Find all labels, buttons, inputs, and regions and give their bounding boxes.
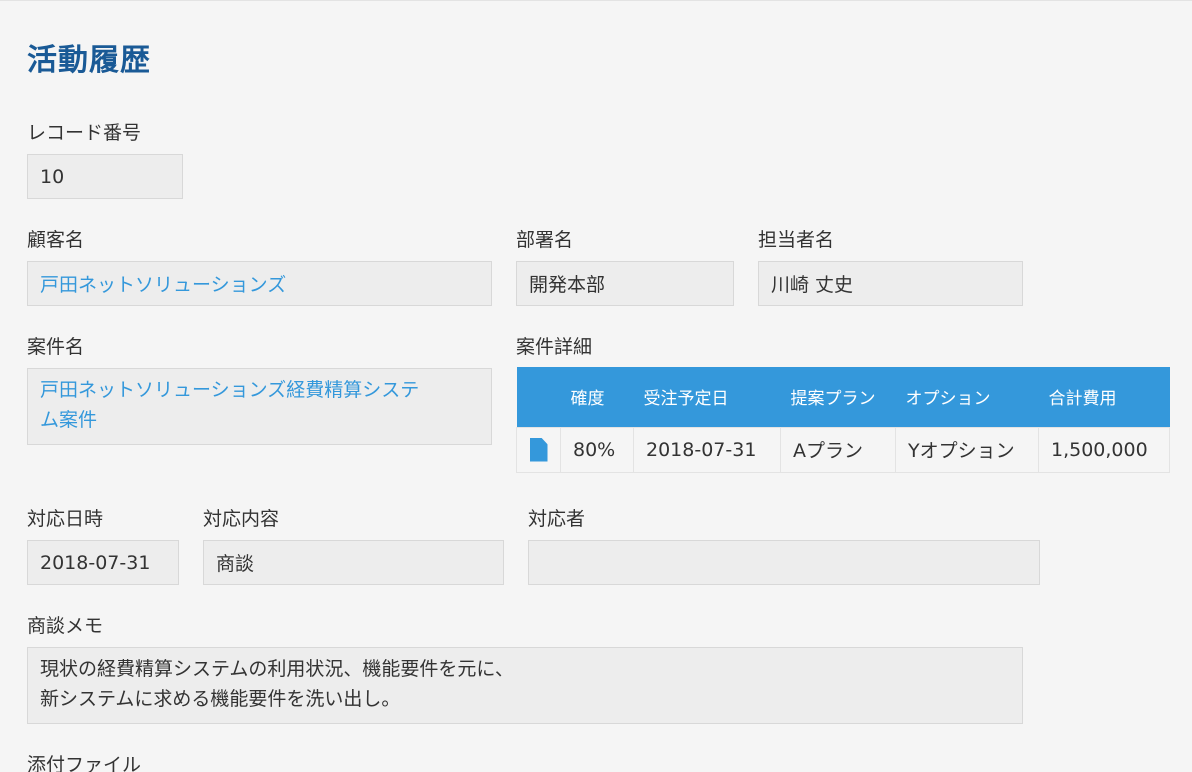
response-date-field: 2018-07-31 — [27, 540, 179, 585]
person-field: 川崎 丈史 — [758, 261, 1023, 306]
response-content-field: 商談 — [203, 540, 504, 585]
project-link[interactable]: 戸田ネットソリューションズ経費精算システ ム案件 — [40, 379, 419, 431]
customer-field: 戸田ネットソリューションズ — [27, 261, 492, 306]
header-icon-column — [516, 367, 561, 427]
memo-line-1: 現状の経費精算システムの利用状況、機能要件を元に、 — [40, 658, 514, 680]
cell-option: Yオプション — [895, 426, 1039, 473]
project-detail-table: 確度 受注予定日 提案プラン オプション 合計費用 80% 2018-07-31… — [516, 367, 1170, 473]
person-label: 担当者名 — [758, 229, 835, 251]
memo-field: 現状の経費精算システムの利用状況、機能要件を元に、 新システムに求める機能要件を… — [27, 647, 1023, 724]
page-title: 活動履歴 — [27, 43, 151, 78]
project-label: 案件名 — [27, 336, 85, 358]
record-number-label: レコード番号 — [27, 122, 142, 144]
response-date-label: 対応日時 — [27, 508, 104, 530]
cell-plan: Aプラン — [780, 426, 896, 473]
cell-total: 1,500,000 — [1038, 426, 1170, 473]
customer-label: 顧客名 — [27, 229, 85, 251]
memo-label: 商談メモ — [27, 615, 104, 637]
document-icon[interactable] — [529, 437, 548, 462]
header-plan: 提案プラン — [780, 367, 896, 427]
table-row: 80% 2018-07-31 Aプラン Yオプション 1,500,000 — [516, 426, 1170, 473]
header-order-date: 受注予定日 — [633, 367, 781, 427]
header-probability: 確度 — [560, 367, 634, 427]
responder-label: 対応者 — [528, 508, 586, 530]
record-detail-page: 活動履歴 レコード番号 10 顧客名 戸田ネットソリューションズ 部署名 開発本… — [0, 0, 1192, 772]
attachment-label: 添付ファイル — [27, 754, 142, 772]
project-detail-label: 案件詳細 — [516, 336, 593, 358]
cell-order-date: 2018-07-31 — [633, 426, 781, 473]
department-field: 開発本部 — [516, 261, 734, 306]
customer-link[interactable]: 戸田ネットソリューションズ — [40, 270, 286, 297]
table-header-row: 確度 受注予定日 提案プラン オプション 合計費用 — [516, 367, 1170, 427]
responder-field — [528, 540, 1040, 585]
response-content-label: 対応内容 — [203, 508, 280, 530]
memo-line-2: 新システムに求める機能要件を洗い出し。 — [40, 688, 401, 710]
row-icon-cell[interactable] — [516, 426, 561, 473]
header-option: オプション — [895, 367, 1039, 427]
project-field: 戸田ネットソリューションズ経費精算システ ム案件 — [27, 368, 492, 445]
header-total: 合計費用 — [1038, 367, 1170, 427]
record-number-field: 10 — [27, 154, 183, 199]
department-label: 部署名 — [516, 229, 574, 251]
cell-probability: 80% — [560, 426, 634, 473]
